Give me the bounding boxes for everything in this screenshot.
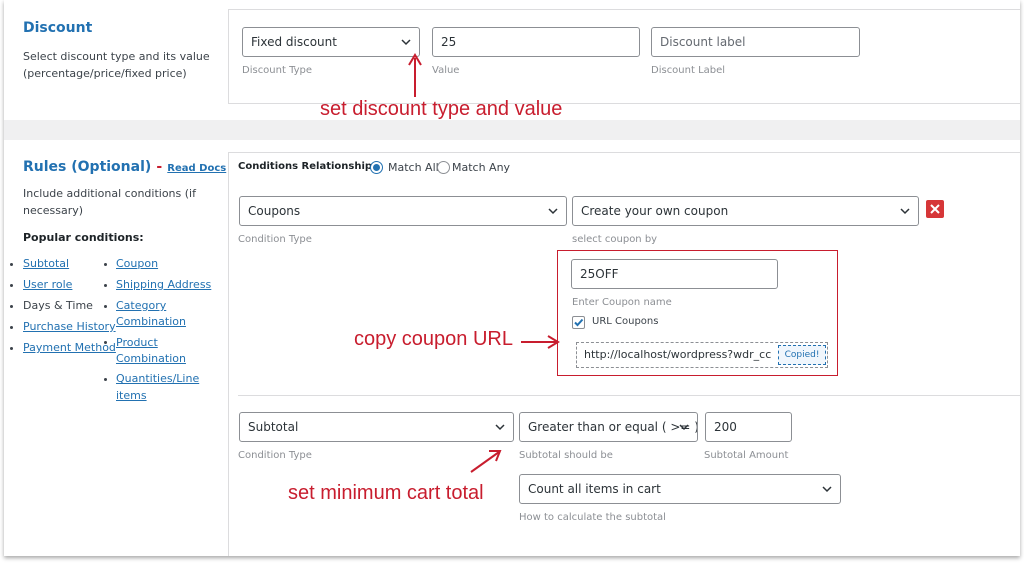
chevron-down-icon [822, 486, 832, 493]
remove-condition-button[interactable] [926, 200, 944, 218]
bullet [104, 263, 107, 266]
popular-subtotal-link[interactable]: Subtotal [23, 257, 69, 270]
bullet [10, 263, 13, 266]
chevron-down-icon [495, 424, 505, 431]
bullet [10, 326, 13, 329]
checkmark-icon [574, 318, 584, 327]
bullet [104, 341, 107, 344]
subtotal-calc-value: Count all items in cart [528, 482, 661, 496]
discount-description-2: (percentage/price/fixed price) [23, 67, 187, 80]
match-all-radio[interactable] [370, 161, 383, 174]
condition1-type-select[interactable]: Coupons [239, 196, 567, 226]
rules-dash: - [156, 159, 163, 175]
discount-type-select[interactable]: Fixed discount [242, 27, 420, 57]
popular-purchase-history-link[interactable]: Purchase History [23, 320, 116, 333]
annotation-minimum: set minimum cart total [288, 482, 484, 504]
popular-product-link[interactable]: Product [116, 336, 158, 349]
popular-category-link-line2[interactable]: Combination [116, 315, 186, 328]
copied-button[interactable]: Copied! [778, 345, 826, 365]
chevron-down-icon [401, 39, 411, 46]
popular-shipping-address-link[interactable]: Shipping Address [116, 278, 211, 291]
annotation-discount: set discount type and value [320, 98, 563, 120]
coupon-select-by-label: select coupon by [572, 234, 658, 245]
popular-payment-method-link[interactable]: Payment Method [23, 341, 116, 354]
discount-description-1: Select discount type and its value [23, 50, 210, 63]
arrow-up-annotation-icon [408, 53, 422, 97]
popular-product-link-line2[interactable]: Combination [116, 352, 186, 365]
annotation-coupon: copy coupon URL [354, 328, 513, 350]
condition-divider [238, 395, 1020, 396]
coupon-name-label: Enter Coupon name [572, 297, 672, 308]
popular-user-role-link[interactable]: User role [23, 278, 72, 291]
app-frame: Discount Select discount type and its va… [4, 0, 1020, 556]
popular-days-time: Days & Time [23, 299, 93, 312]
subtotal-operator-value: Greater than or equal ( >= ) [528, 420, 698, 434]
rules-title: Rules (Optional) [23, 159, 152, 175]
popular-category-link[interactable]: Category [116, 299, 166, 312]
condition1-type-label: Condition Type [238, 234, 312, 245]
subtotal-amount-input[interactable]: 200 [705, 412, 792, 442]
match-any-radio[interactable] [437, 161, 450, 174]
bullet [104, 378, 107, 381]
match-all-label: Match All [388, 161, 439, 174]
rules-description-2: necessary) [23, 204, 84, 217]
discount-section: Discount Select discount type and its va… [4, 0, 1020, 120]
rules-section: Rules (Optional) - Read Docs Include add… [4, 140, 1020, 556]
arrow-diagonal-annotation-icon [470, 450, 502, 473]
match-any-label: Match Any [452, 161, 511, 174]
coupon-name-input[interactable]: 25OFF [571, 259, 778, 289]
subtotal-calc-label: How to calculate the subtotal [519, 512, 666, 523]
bullet [10, 284, 13, 287]
bullet [104, 305, 107, 308]
discount-title: Discount [23, 20, 93, 36]
condition2-type-select[interactable]: Subtotal [239, 412, 514, 442]
bullet [10, 347, 13, 350]
discount-type-value: Fixed discount [251, 35, 337, 49]
chevron-down-icon [548, 208, 558, 215]
discount-label-input[interactable]: Discount label [651, 27, 860, 57]
conditions-relationship-label: Conditions Relationship [238, 161, 373, 172]
condition2-type-label: Condition Type [238, 450, 312, 461]
url-coupons-label: URL Coupons [592, 316, 659, 327]
bullet [104, 284, 107, 287]
coupon-select-by[interactable]: Create your own coupon [572, 196, 919, 226]
url-coupons-checkbox[interactable] [572, 316, 585, 329]
read-docs-link[interactable]: Read Docs [167, 163, 226, 174]
coupon-select-by-value: Create your own coupon [581, 204, 729, 218]
discount-value-input[interactable]: 25 [432, 27, 640, 57]
subtotal-calc-select[interactable]: Count all items in cart [519, 474, 841, 504]
chevron-down-icon [900, 208, 910, 215]
condition1-type-value: Coupons [248, 204, 301, 218]
subtotal-operator-label: Subtotal should be [519, 450, 613, 461]
subtotal-amount-label: Subtotal Amount [704, 450, 789, 461]
discount-type-label: Discount Type [242, 65, 313, 76]
popular-coupon-link[interactable]: Coupon [116, 257, 158, 270]
condition2-type-value: Subtotal [248, 420, 299, 434]
subtotal-operator-select[interactable]: Greater than or equal ( >= ) [519, 412, 698, 442]
discount-label-label: Discount Label [651, 65, 726, 76]
bullet [10, 305, 13, 308]
close-icon [930, 204, 940, 214]
discount-value-label: Value [432, 65, 460, 76]
coupon-url-value[interactable]: http://localhost/wordpress?wdr_cc [584, 348, 779, 361]
popular-heading: Popular conditions: [23, 231, 144, 244]
chevron-down-icon [679, 424, 689, 431]
rules-heading: Rules (Optional) - Read Docs [23, 156, 226, 175]
rules-description-1: Include additional conditions (if [23, 187, 196, 200]
popular-quantities-link[interactable]: Quantities/Line [116, 372, 199, 385]
arrow-right-annotation-icon [521, 335, 560, 349]
coupon-url-field: http://localhost/wordpress?wdr_cc Copied… [576, 342, 828, 368]
popular-quantities-link-line2[interactable]: items [116, 389, 147, 402]
